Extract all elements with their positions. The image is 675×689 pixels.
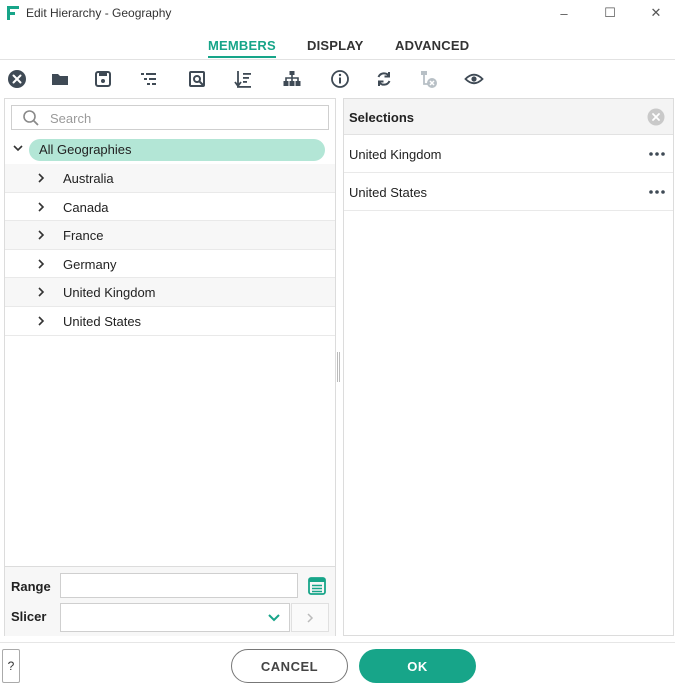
tab-advanced[interactable]: ADVANCED xyxy=(395,38,469,53)
selections-title: Selections xyxy=(349,110,415,125)
chevron-right-icon[interactable] xyxy=(36,286,46,298)
app-logo-icon xyxy=(7,6,19,20)
more-options-icon[interactable] xyxy=(648,183,666,201)
tab-bar: MEMBERS DISPLAY ADVANCED xyxy=(0,38,675,60)
title-bar: Edit Hierarchy - Geography – ☐ ✕ xyxy=(0,0,675,26)
refresh-icon[interactable] xyxy=(372,67,396,91)
tree-item[interactable]: France xyxy=(5,221,335,250)
search-icon xyxy=(23,110,39,126)
range-picker-icon[interactable] xyxy=(307,576,327,596)
clear-icon[interactable] xyxy=(5,67,29,91)
tree-root-label[interactable]: All Geographies xyxy=(29,139,325,161)
chevron-right-icon[interactable] xyxy=(36,258,46,270)
folder-icon[interactable] xyxy=(48,67,72,91)
tree-item-label: United States xyxy=(63,313,142,329)
range-slicer-area: Range Slicer xyxy=(5,566,335,636)
find-icon[interactable] xyxy=(186,67,210,91)
minimize-button[interactable]: – xyxy=(541,0,587,26)
slicer-next-button xyxy=(291,603,329,632)
eye-icon[interactable] xyxy=(462,67,486,91)
tree-item[interactable]: United States xyxy=(5,307,335,336)
chevron-right-icon[interactable] xyxy=(36,172,46,184)
sort-icon[interactable] xyxy=(231,67,255,91)
selection-item[interactable]: United States xyxy=(344,173,673,211)
tree-item-label: Germany xyxy=(63,256,117,272)
selections-panel: Selections United Kingdom United States xyxy=(343,98,674,636)
close-window-button[interactable]: ✕ xyxy=(633,0,675,26)
chevron-down-icon[interactable] xyxy=(12,142,24,154)
tree-item[interactable]: Germany xyxy=(5,250,335,279)
chevron-right-icon[interactable] xyxy=(36,315,46,327)
selection-label: United States xyxy=(349,185,428,200)
tab-display[interactable]: DISPLAY xyxy=(307,38,364,53)
search-box xyxy=(11,105,329,130)
members-panel: All Geographies Australia Canada France … xyxy=(4,98,336,636)
range-label: Range xyxy=(11,579,51,594)
tree-item-label: Australia xyxy=(63,171,114,186)
dialog-footer: ? CANCEL OK xyxy=(0,642,675,689)
clear-selections-icon[interactable] xyxy=(647,108,665,126)
chevron-down-icon[interactable] xyxy=(267,613,281,623)
slicer-label: Slicer xyxy=(11,609,47,624)
more-options-icon[interactable] xyxy=(648,145,666,163)
tree-root[interactable]: All Geographies xyxy=(5,135,335,164)
help-button[interactable]: ? xyxy=(2,649,20,683)
tree-item[interactable]: Australia xyxy=(5,164,335,193)
search-input[interactable] xyxy=(50,109,320,127)
maximize-button[interactable]: ☐ xyxy=(587,0,633,26)
selection-item[interactable]: United Kingdom xyxy=(344,135,673,173)
levels-icon[interactable] xyxy=(137,67,161,91)
save-icon[interactable] xyxy=(91,67,115,91)
hierarchy-icon[interactable] xyxy=(280,67,304,91)
selection-label: United Kingdom xyxy=(349,147,442,162)
tree-item-label: Canada xyxy=(63,199,109,215)
tab-members[interactable]: MEMBERS xyxy=(208,38,276,58)
toolbar xyxy=(0,62,675,96)
chevron-right-icon[interactable] xyxy=(36,201,46,213)
cancel-button[interactable]: CANCEL xyxy=(231,649,348,683)
slicer-dropdown[interactable] xyxy=(60,603,290,632)
filter-remove-icon xyxy=(417,67,441,91)
panel-splitter[interactable] xyxy=(337,352,340,382)
chevron-right-icon[interactable] xyxy=(36,229,46,241)
tree-item[interactable]: Canada xyxy=(5,193,335,222)
window-title: Edit Hierarchy - Geography xyxy=(26,6,172,20)
tree-item-label: United Kingdom xyxy=(63,285,156,301)
tree-item[interactable]: United Kingdom xyxy=(5,278,335,307)
member-tree: All Geographies Australia Canada France … xyxy=(5,135,335,336)
chevron-right-icon xyxy=(307,612,314,623)
range-input[interactable] xyxy=(60,573,298,598)
ok-button[interactable]: OK xyxy=(359,649,476,683)
selections-header: Selections xyxy=(344,99,673,135)
tree-item-label: France xyxy=(63,228,104,244)
info-icon[interactable] xyxy=(328,67,352,91)
